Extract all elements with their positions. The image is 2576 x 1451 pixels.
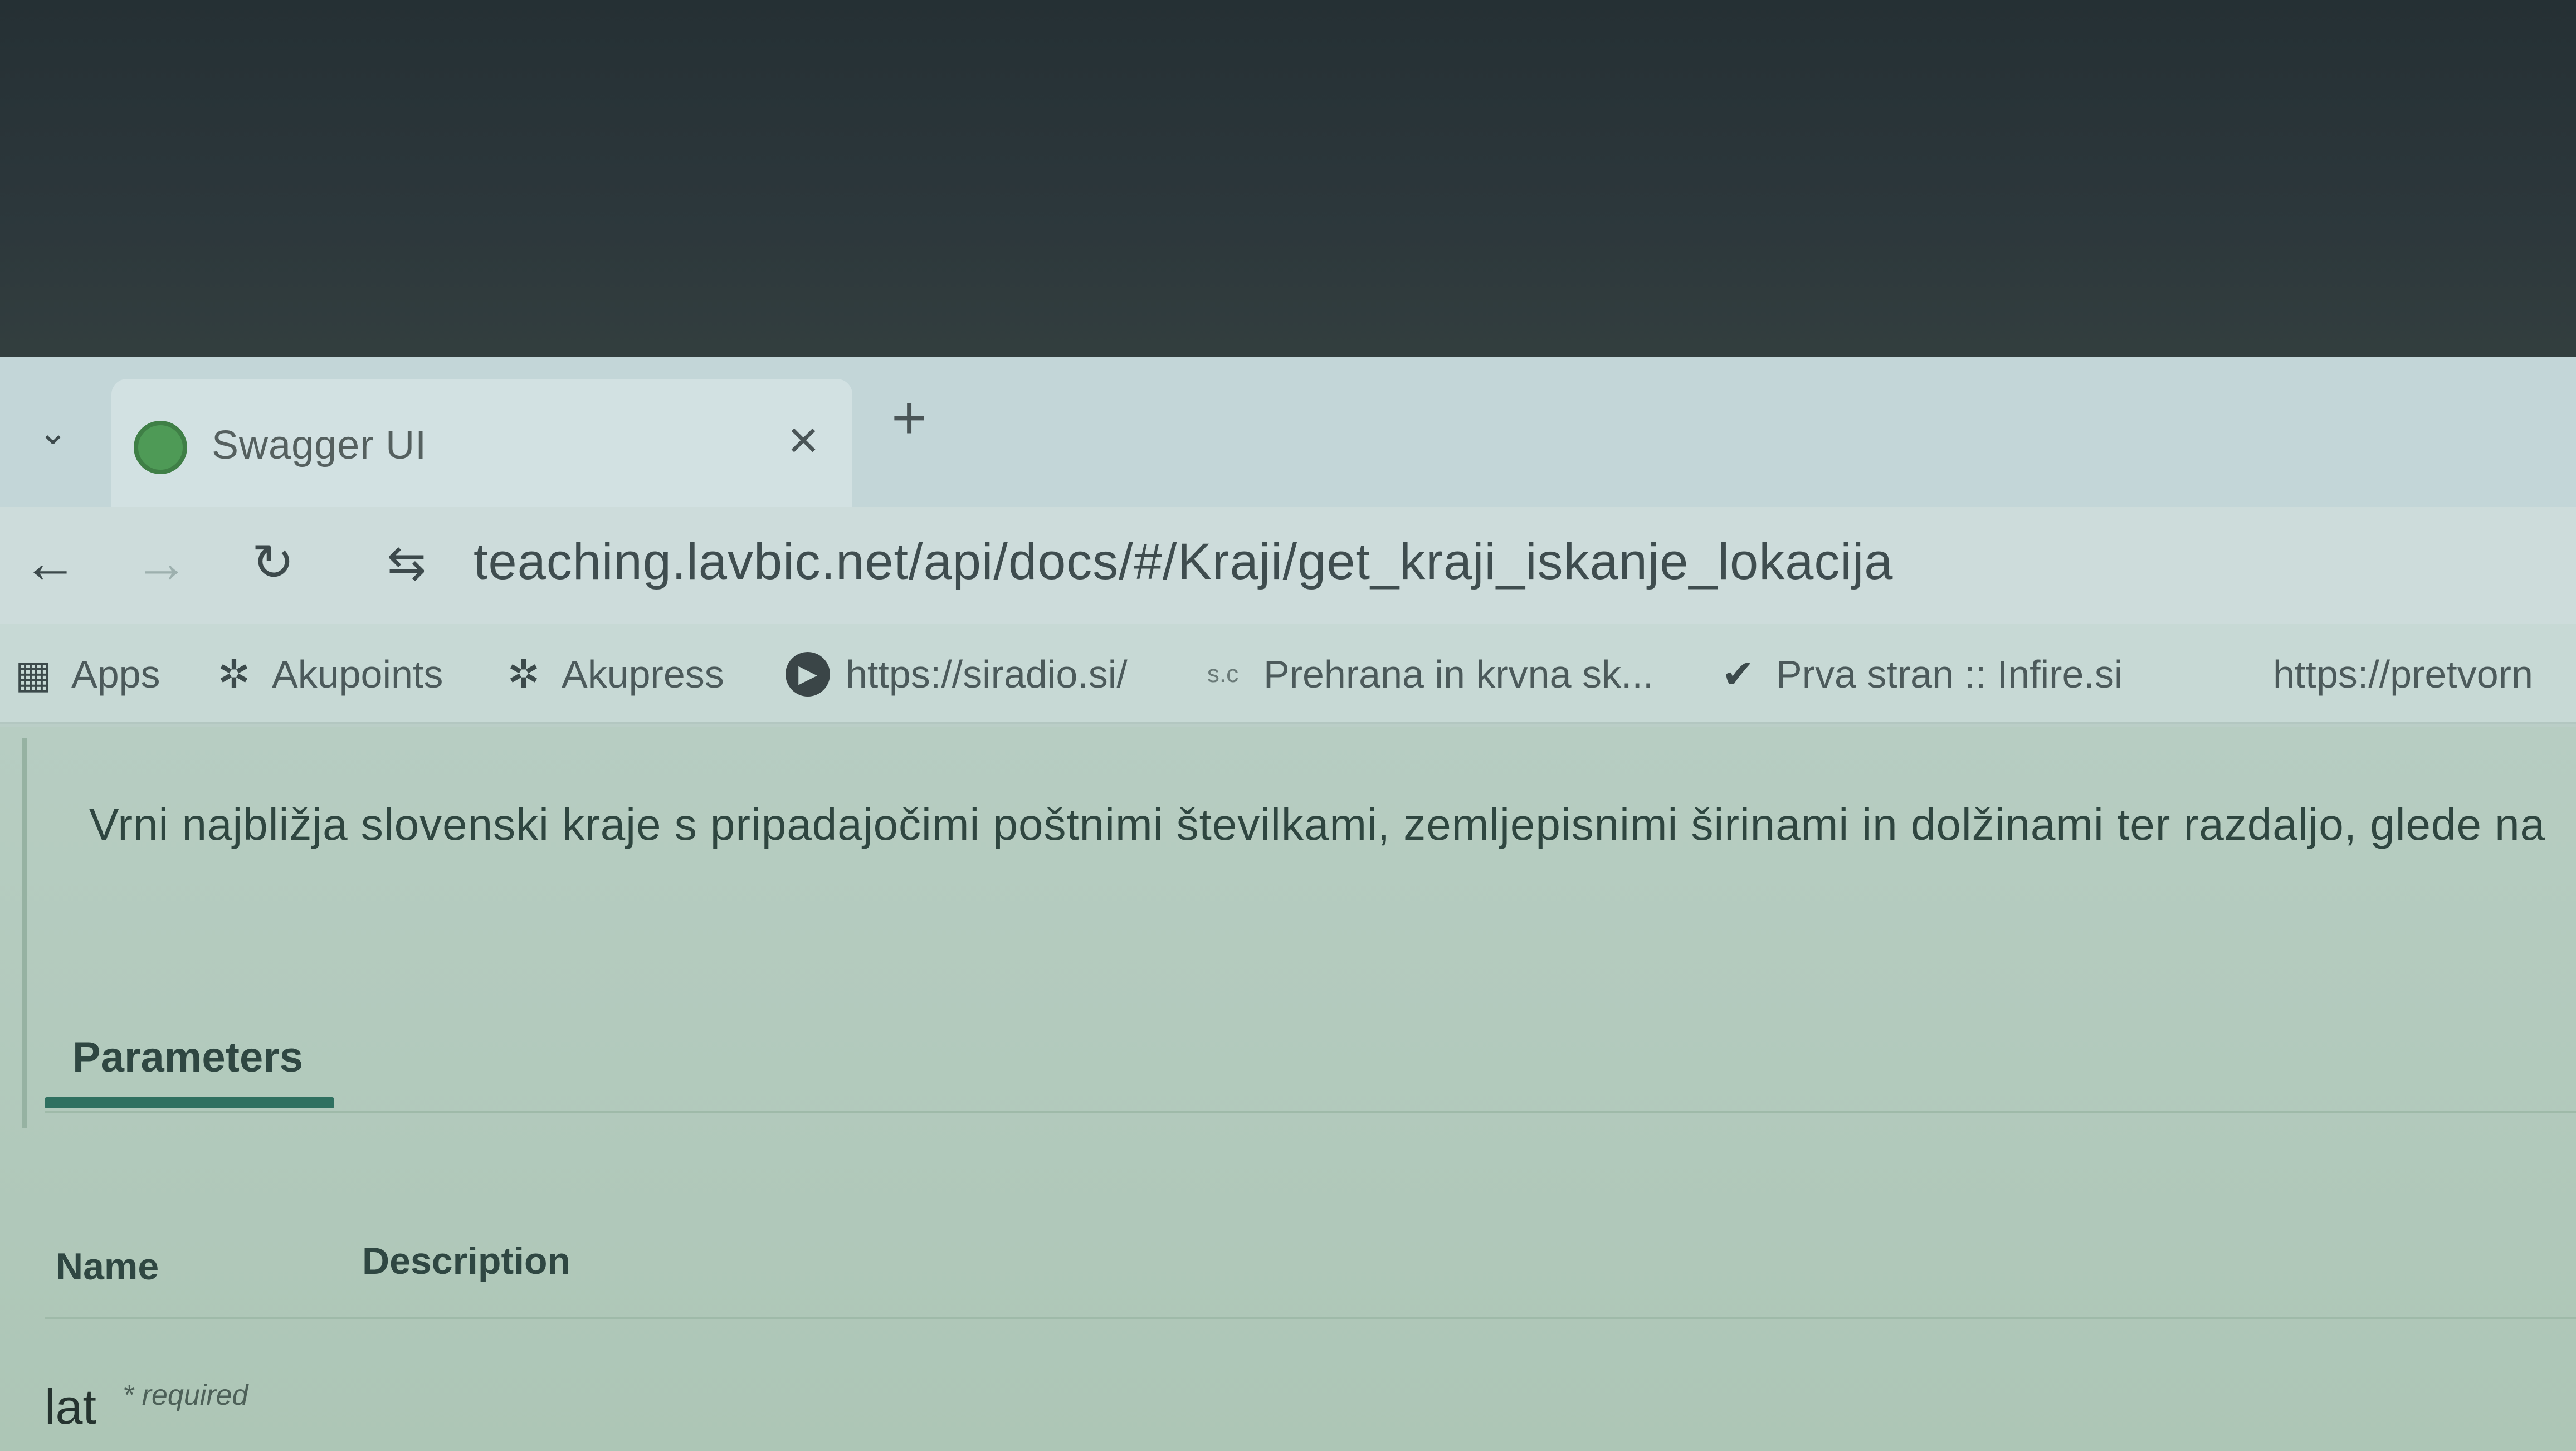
browser-window: ⌄ Swagger UI × + ← → ↻ ⇆ teaching.lavbic… [0,357,2576,1451]
bookmark-apps[interactable]: ▦ Apps [11,652,160,697]
bookmark-pretvorn[interactable]: https://pretvorn [2273,652,2533,697]
bookmark-siradio[interactable]: ▶ https://siradio.si/ [786,652,1128,697]
tab-parameters[interactable]: Parameters [72,1033,303,1082]
bookmark-label: https://siradio.si/ [846,653,1128,696]
column-header-description: Description [362,1240,571,1282]
bookmark-label: Prehrana in krvna sk... [1263,653,1654,696]
divider [45,1111,2576,1113]
bookmark-infire[interactable]: ✔ Prva stran :: Infire.si [1716,652,2123,697]
checkmark-icon: ✔ [1721,653,1755,696]
tab-search-chevron-icon[interactable]: ⌄ [33,412,72,451]
bookmark-akupoints[interactable]: ✲ Akupoints [212,652,443,697]
required-label: * required [123,1379,248,1411]
tab-strip: ⌄ Swagger UI × + [0,357,2576,507]
bookmark-akupress[interactable]: ✲ Akupress [501,652,724,697]
swagger-content: Vrni najbližja slovenski kraje s pripada… [0,727,2576,1451]
column-header-name: Name [56,1245,159,1288]
address-bar[interactable]: teaching.lavbic.net/api/docs/#/Kraji/get… [474,533,1893,591]
back-arrow-icon[interactable]: ← [17,529,84,596]
tab-title: Swagger UI [212,423,427,468]
operation-description: Vrni najbližja slovenski kraje s pripada… [89,800,2546,849]
bookmark-label: Apps [71,653,160,696]
play-icon: ▶ [786,652,830,697]
swagger-favicon-icon [134,421,187,474]
reload-icon[interactable]: ↻ [240,529,306,596]
active-tab-indicator [45,1097,334,1108]
bookmark-favicon: s.c [1207,660,1239,688]
tab-swagger-ui[interactable]: Swagger UI × [111,379,852,507]
apps-grid-icon: ▦ [14,653,52,696]
close-icon[interactable]: × [788,412,819,468]
puzzle-icon: ✲ [217,653,251,696]
forward-arrow-icon[interactable]: → [128,529,195,596]
browser-toolbar: ← → ↻ ⇆ teaching.lavbic.net/api/docs/#/K… [0,507,2576,624]
puzzle-icon: ✲ [507,653,540,696]
room-background [0,0,2576,390]
divider [45,1317,2576,1319]
site-settings-icon[interactable]: ⇆ [373,529,440,596]
new-tab-plus-icon[interactable]: + [891,387,927,449]
bookmarks-bar: ▦ Apps ✲ Akupoints ✲ Akupress ▶ https://… [0,624,2576,724]
bookmark-label: Prva stran :: Infire.si [1776,653,2123,696]
parameter-name: lat [45,1379,96,1434]
bookmark-label: Akupoints [272,653,443,696]
bookmark-label: https://pretvorn [2273,653,2533,696]
bookmark-label: Akupress [562,653,724,696]
operation-border [22,738,27,1128]
bookmark-prehrana[interactable]: s.c Prehrana in krvna sk... [1198,652,1653,697]
